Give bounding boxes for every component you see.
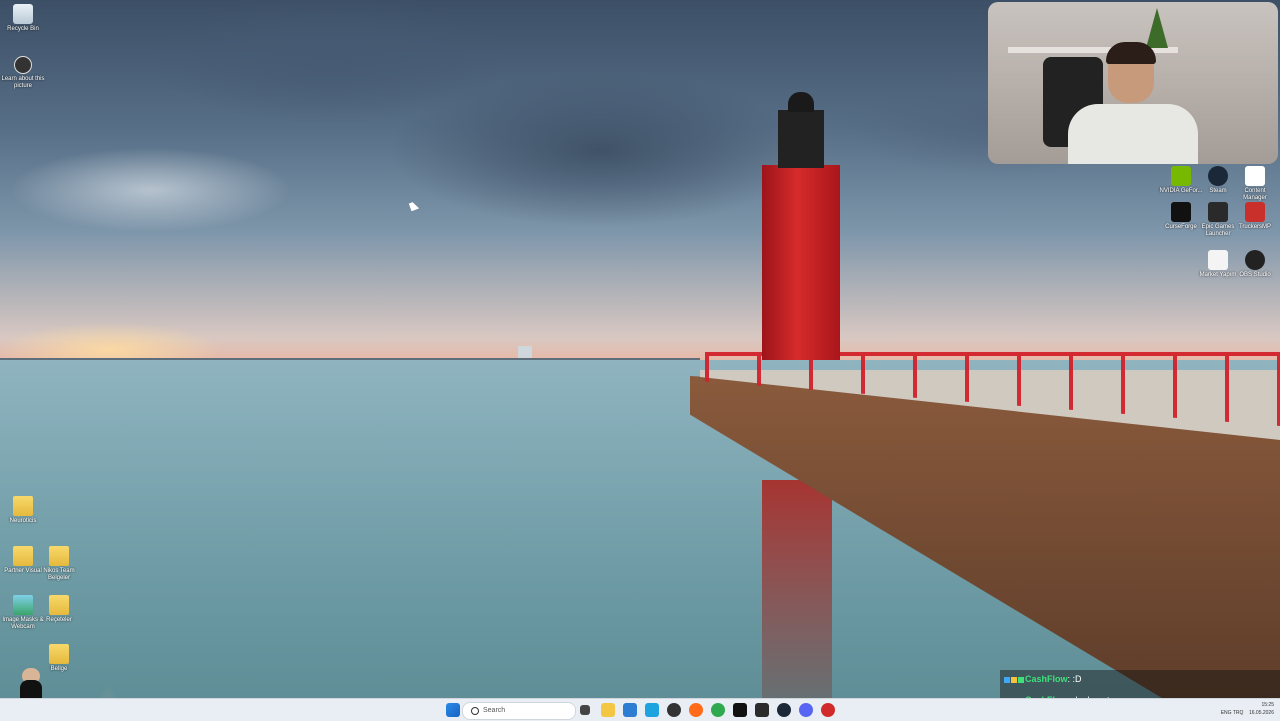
obs-icon — [1245, 250, 1265, 270]
folder-icon — [13, 496, 33, 516]
terminal-icon[interactable] — [755, 703, 769, 717]
webcam-overlay — [988, 2, 1278, 164]
blank-file-icon — [1208, 250, 1228, 270]
folder-icon — [49, 595, 69, 615]
chrome-icon[interactable] — [711, 703, 725, 717]
language-indicator[interactable]: ENG TRQ — [1221, 710, 1244, 716]
task-view-icon[interactable] — [580, 705, 590, 715]
desktop-icon-obs[interactable]: OBS Studio — [1232, 250, 1278, 279]
curseforge-icon — [1171, 202, 1191, 222]
crown-icon — [1011, 676, 1017, 683]
store-icon[interactable] — [623, 703, 637, 717]
streamer — [1068, 42, 1198, 164]
chat-message: CashFlow: :D — [1000, 670, 1280, 691]
epic-games-icon — [1208, 202, 1228, 222]
content-manager-icon — [1245, 166, 1265, 186]
folder-icon — [13, 546, 33, 566]
desktop-icon-neuroticis[interactable]: Neuroticis — [0, 496, 46, 525]
clock[interactable]: 15:25 16.05.2026 — [1249, 701, 1274, 717]
truckersmp-icon — [1245, 202, 1265, 222]
system-tray[interactable]: ENG TRQ 15:25 16.05.2026 — [1221, 701, 1274, 719]
badge-icon — [1004, 676, 1010, 683]
desktop-icon-recycle-bin[interactable]: Recycle Bin — [0, 4, 46, 33]
steam-icon[interactable] — [777, 703, 791, 717]
desktop-icon-truckersmp[interactable]: TruckersMP — [1232, 202, 1278, 231]
folder-icon — [49, 546, 69, 566]
desktop-icon-content-manager[interactable]: Content Manager — [1232, 166, 1278, 202]
lighthouse-cap — [788, 92, 814, 112]
chatgpt-icon[interactable] — [667, 703, 681, 717]
image-folder-icon — [13, 595, 33, 615]
obs-icon[interactable] — [821, 703, 835, 717]
search-icon — [471, 707, 479, 715]
lighthouse-tower — [762, 165, 840, 360]
file-explorer-icon[interactable] — [601, 703, 615, 717]
start-icon[interactable] — [446, 703, 460, 717]
desktop-icon-receteler[interactable]: Reçeteler — [36, 595, 82, 624]
lighthouse-reflection — [762, 480, 832, 698]
taskbar: Search ENG TRQ 15:25 16.05.2026 — [0, 698, 1280, 721]
firefox-icon[interactable] — [689, 703, 703, 717]
distant-lighthouse — [518, 346, 532, 358]
lighthouse-lantern — [778, 110, 824, 168]
search-input[interactable]: Search — [462, 702, 576, 720]
edge-icon[interactable] — [645, 703, 659, 717]
recycle-bin-icon — [13, 4, 33, 24]
sub-icon — [1018, 676, 1024, 683]
nvidia-icon — [1171, 166, 1191, 186]
discord-icon[interactable] — [799, 703, 813, 717]
horizon — [0, 358, 700, 360]
folder-icon — [49, 644, 69, 664]
steam-icon — [1208, 166, 1228, 186]
desktop-icon-learn-about-picture[interactable]: Learn about this picture — [0, 56, 46, 90]
info-icon — [14, 56, 32, 74]
desktop-icon-nikos-team[interactable]: Nikos Team Belgeler — [36, 546, 82, 582]
capcut-icon[interactable] — [733, 703, 747, 717]
